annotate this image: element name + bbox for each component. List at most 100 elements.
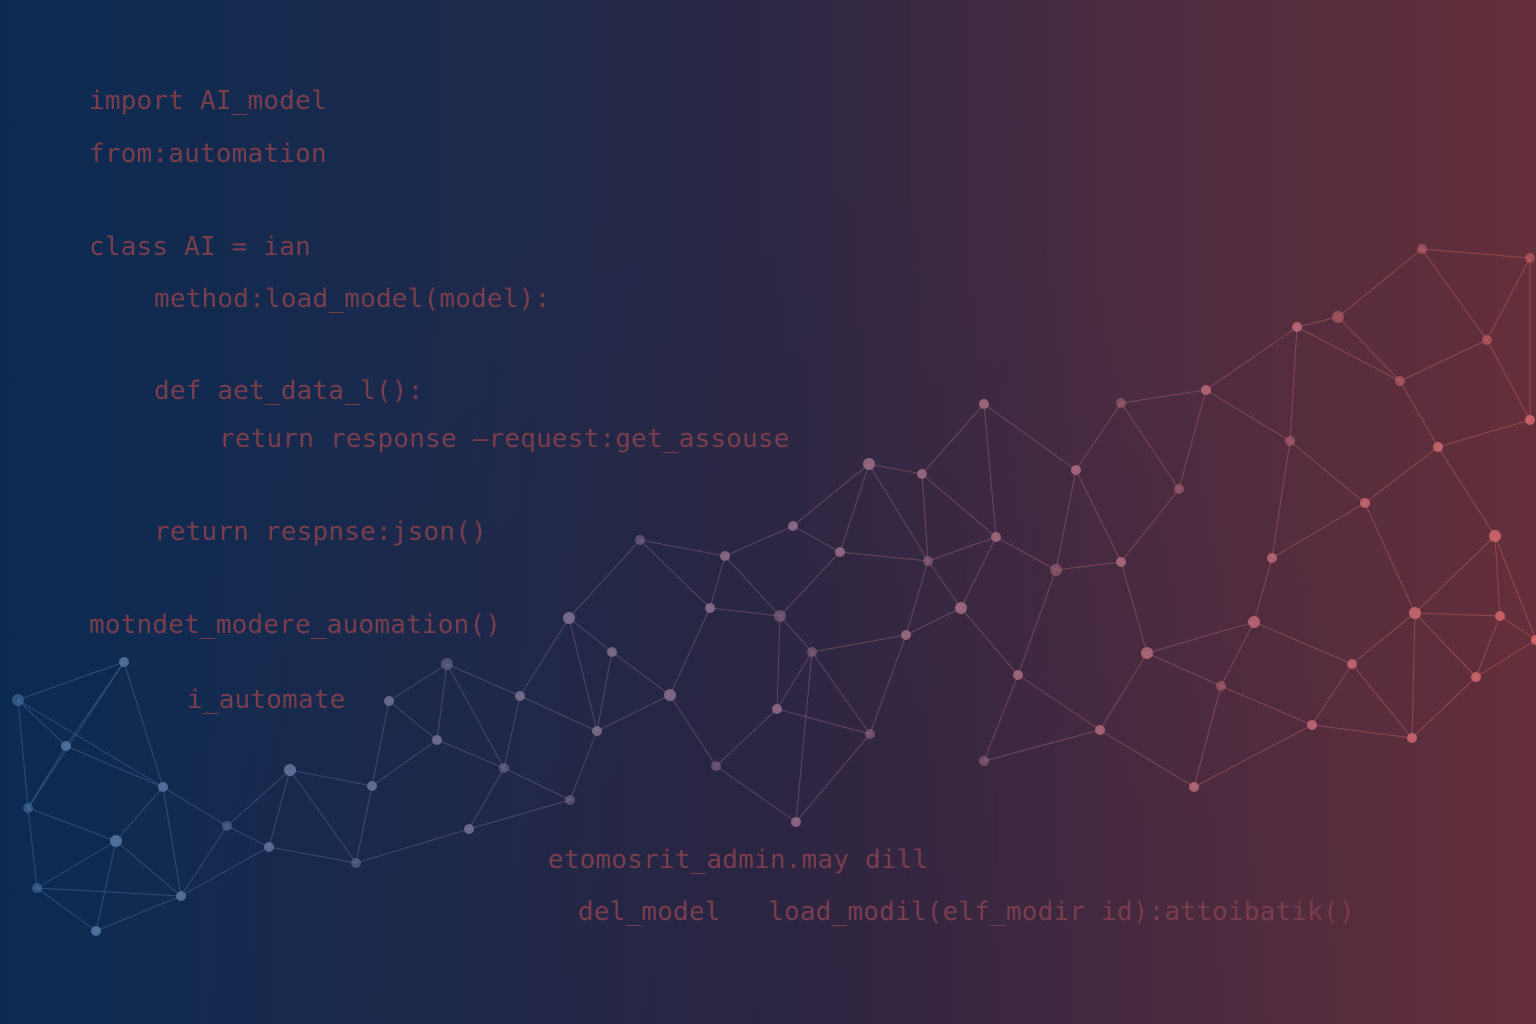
network-link — [27, 807, 117, 842]
network-node — [635, 535, 645, 545]
network-node — [1489, 530, 1501, 542]
network-link — [1337, 316, 1401, 382]
network-link — [868, 463, 929, 562]
network-node — [1013, 670, 1023, 680]
network-link — [1475, 639, 1536, 678]
network-node — [563, 612, 575, 624]
network-node — [176, 891, 186, 901]
network-link — [1178, 389, 1207, 490]
network-link — [519, 617, 570, 697]
network-node — [119, 657, 129, 667]
network-link — [1120, 389, 1207, 404]
network-link — [226, 769, 291, 827]
network-link — [960, 607, 1019, 676]
network-link — [1414, 612, 1501, 617]
network-link — [568, 617, 613, 653]
network-link — [1437, 419, 1531, 448]
network-link — [792, 463, 870, 527]
code-return-line-1: return response –request:get_assouse — [219, 424, 790, 454]
network-link — [1205, 326, 1298, 391]
network-link — [446, 663, 505, 769]
network-link — [639, 539, 711, 609]
network-link — [1146, 652, 1222, 687]
code-call-line: motndet_modere_auomation() — [89, 610, 502, 640]
network-link — [1364, 446, 1439, 504]
network-link — [36, 887, 182, 897]
network-node — [835, 547, 845, 557]
network-link — [1421, 248, 1531, 259]
network-link — [268, 769, 291, 848]
network-node — [923, 556, 933, 566]
network-link — [355, 785, 373, 864]
network-node — [222, 821, 232, 831]
network-node — [1141, 647, 1153, 659]
network-link — [1271, 502, 1366, 559]
network-link — [268, 846, 357, 864]
network-link — [1205, 389, 1291, 442]
network-link — [1296, 316, 1339, 328]
network-node — [901, 630, 911, 640]
network-node — [991, 532, 1001, 542]
network-link — [36, 840, 117, 889]
network-node — [774, 610, 786, 622]
network-node — [351, 858, 361, 868]
network-link — [17, 699, 29, 809]
network-link — [983, 403, 1077, 471]
network-node — [61, 741, 71, 751]
network-link — [724, 555, 781, 617]
network-link — [779, 615, 813, 653]
network-node — [1395, 376, 1405, 386]
network-link — [1421, 248, 1488, 341]
network-node — [807, 647, 817, 657]
code-from-line: from:automation — [89, 139, 327, 169]
network-link — [1475, 615, 1501, 678]
network-node — [1307, 720, 1317, 730]
network-link — [1220, 621, 1255, 687]
network-link — [596, 694, 671, 732]
network-link — [1311, 663, 1353, 726]
network-node — [1285, 436, 1295, 446]
network-node — [705, 603, 715, 613]
network-link — [611, 651, 671, 696]
network-node — [863, 458, 875, 470]
network-node — [1248, 616, 1260, 628]
network-node — [1525, 415, 1535, 425]
network-node — [917, 469, 927, 479]
network-node — [772, 704, 782, 714]
network-link — [1486, 339, 1531, 421]
network-link — [868, 463, 923, 475]
network-link — [811, 651, 871, 735]
network-link — [568, 539, 641, 619]
network-link — [839, 463, 870, 553]
network-node — [1409, 607, 1421, 619]
network-node — [1201, 385, 1211, 395]
code-def-line: def aet_data_l(): — [154, 376, 424, 406]
network-link — [95, 840, 117, 932]
network-link — [795, 651, 813, 823]
network-link — [1253, 557, 1273, 623]
network-node — [432, 735, 442, 745]
network-link — [289, 769, 373, 787]
network-links — [17, 248, 1536, 932]
network-link — [1337, 248, 1423, 318]
network-link — [1311, 724, 1413, 739]
network-link — [927, 560, 962, 609]
network-node — [1482, 335, 1492, 345]
network-node — [1071, 465, 1081, 475]
network-node — [1116, 557, 1126, 567]
network-node — [1267, 553, 1277, 563]
network-link — [1351, 612, 1416, 665]
network-link — [669, 694, 717, 767]
network-link — [1193, 685, 1222, 788]
network-link — [1494, 535, 1536, 641]
network-link — [1017, 674, 1101, 731]
code-method-line: method:load_model(model): — [154, 284, 551, 314]
network-link — [503, 767, 571, 801]
network-link — [1399, 339, 1488, 382]
network-link — [1075, 402, 1122, 471]
network-node — [32, 883, 42, 893]
network-node — [284, 764, 296, 776]
network-link — [180, 846, 270, 897]
network-node — [264, 842, 274, 852]
network-link — [776, 651, 813, 710]
